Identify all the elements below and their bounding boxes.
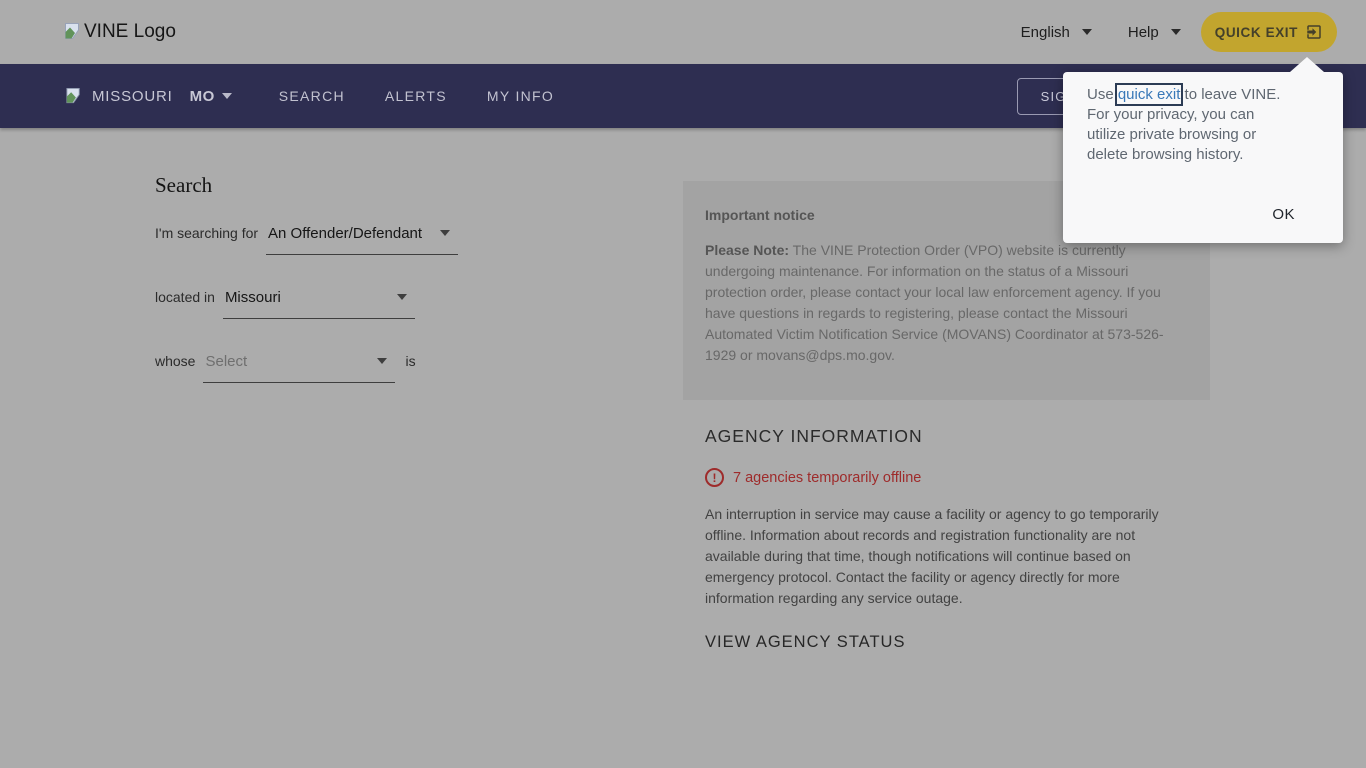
notice-bold-prefix: Please Note: <box>705 242 789 258</box>
chevron-down-icon <box>440 230 450 236</box>
notice-body: Please Note: The VINE Protection Order (… <box>705 240 1190 366</box>
ok-button[interactable]: OK <box>1272 206 1295 223</box>
broken-image-icon <box>64 87 84 106</box>
whose-select[interactable]: Select <box>203 353 395 383</box>
page-title: Search <box>155 173 615 198</box>
agencies-offline-alert[interactable]: ! 7 agencies temporarily offline <box>705 468 1205 487</box>
located-in-value: Missouri <box>225 289 281 306</box>
help-label: Help <box>1128 24 1159 41</box>
chevron-down-icon <box>222 93 232 99</box>
located-in-row: located in Missouri <box>155 289 415 319</box>
search-panel: Search I'm searching for An Offender/Def… <box>155 173 615 198</box>
navbar-left: MISSOURI MO SEARCH ALERTS MY INFO <box>64 64 554 128</box>
state-selector-dropdown[interactable]: MO <box>190 88 232 105</box>
agency-description: An interruption in service may cause a f… <box>705 504 1205 609</box>
searching-for-value: An Offender/Defendant <box>268 225 422 242</box>
quick-exit-label: QUICK EXIT <box>1215 25 1298 40</box>
state-name: MISSOURI <box>92 88 173 105</box>
tooltip-prefix: Use <box>1087 86 1118 103</box>
nav-item-search[interactable]: SEARCH <box>279 88 345 104</box>
vine-logo[interactable]: VINE Logo <box>64 0 176 64</box>
language-dropdown[interactable]: English <box>1021 24 1092 41</box>
help-dropdown[interactable]: Help <box>1128 24 1181 41</box>
logo-alt-text: VINE Logo <box>84 21 176 43</box>
agencies-offline-text: 7 agencies temporarily offline <box>733 470 921 486</box>
topbar-actions: English Help QUICK EXIT <box>1021 0 1337 64</box>
chevron-down-icon <box>1171 29 1181 35</box>
quick-exit-link[interactable]: quick exit <box>1118 86 1181 103</box>
searching-for-row: I'm searching for An Offender/Defendant <box>155 225 458 255</box>
tooltip-text: Use quick exit to leave VINE. For your p… <box>1087 85 1280 165</box>
searching-for-select[interactable]: An Offender/Defendant <box>266 225 458 255</box>
view-agency-status-link[interactable]: VIEW AGENCY STATUS <box>705 633 905 652</box>
state-abbr-label: MO <box>190 88 215 105</box>
whose-suffix: is <box>405 353 415 369</box>
exit-icon <box>1305 23 1323 41</box>
vinelink-page: { "topbar": { "logo_alt": "VINE Logo", "… <box>0 0 1366 768</box>
top-bar: VINE Logo English Help QUICK EXIT <box>0 0 1366 64</box>
tooltip-arrow <box>1290 57 1324 72</box>
nav-item-my-info[interactable]: MY INFO <box>487 88 554 104</box>
whose-label: whose <box>155 353 195 369</box>
located-in-select[interactable]: Missouri <box>223 289 415 319</box>
notice-body-text: The VINE Protection Order (VPO) website … <box>705 242 1164 363</box>
chevron-down-icon <box>1082 29 1092 35</box>
quick-exit-tooltip: Use quick exit to leave VINE. For your p… <box>1063 72 1343 243</box>
searching-for-label: I'm searching for <box>155 225 258 241</box>
whose-row: whose Select is <box>155 353 416 383</box>
alert-circle-icon: ! <box>705 468 724 487</box>
located-in-label: located in <box>155 289 215 305</box>
quick-exit-button[interactable]: QUICK EXIT <box>1201 12 1337 52</box>
nav-item-alerts[interactable]: ALERTS <box>385 88 447 104</box>
language-label: English <box>1021 24 1070 41</box>
chevron-down-icon <box>397 294 407 300</box>
agency-information-title: AGENCY INFORMATION <box>705 426 1205 447</box>
agency-information-section: AGENCY INFORMATION ! 7 agencies temporar… <box>705 426 1205 652</box>
broken-image-icon <box>64 22 82 42</box>
chevron-down-icon <box>377 358 387 364</box>
whose-placeholder: Select <box>205 353 247 370</box>
